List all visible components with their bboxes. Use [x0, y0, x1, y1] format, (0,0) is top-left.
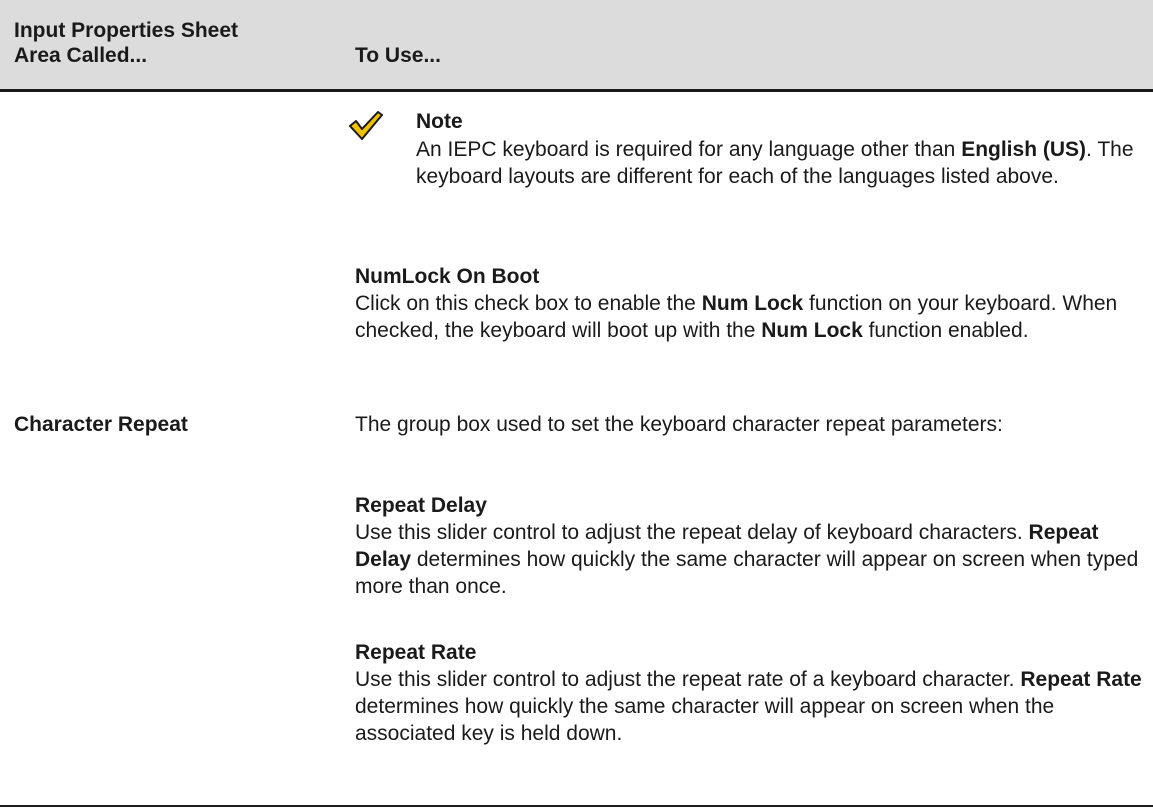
repeat-delay-text-part1: Use this slider control to adjust the re… — [355, 521, 1029, 544]
note-text-part1: An IEPC keyboard is required for any lan… — [416, 138, 956, 161]
repeat-delay-text-part2: determines how quickly the same characte… — [355, 548, 1139, 598]
note-bold-english: English (US) — [961, 138, 1087, 161]
numlock-title: NumLock On Boot — [355, 265, 540, 288]
header-area-line2: Area Called... — [14, 44, 148, 67]
numlock-bold-1: Num Lock — [701, 292, 804, 315]
checkmark-icon — [349, 111, 383, 140]
numlock-text-part3: function enabled. — [862, 319, 1029, 342]
table-header: Input Properties Sheet Area Called... To… — [0, 0, 1153, 90]
character-repeat-description: The group box used to set the keyboard c… — [355, 413, 1003, 436]
repeat-delay-description: Use this slider control to adjust the re… — [355, 519, 1145, 600]
repeat-rate-title: Repeat Rate — [355, 641, 477, 664]
table-bottom-rule — [0, 805, 1153, 807]
repeat-rate-description: Use this slider control to adjust the re… — [355, 666, 1145, 747]
note-text: An IEPC keyboard is required for any lan… — [416, 136, 1136, 190]
header-area-line1: Input Properties Sheet — [14, 19, 239, 42]
repeat-rate-bold: Repeat Rate — [1020, 668, 1142, 691]
repeat-delay-title: Repeat Delay — [355, 494, 487, 517]
repeat-delay-section: Repeat Delay Use this slider control to … — [355, 492, 1145, 600]
header-use-column: To Use... — [355, 44, 441, 67]
repeat-rate-text-part1: Use this slider control to adjust the re… — [355, 668, 1021, 691]
repeat-rate-text-part2: determines how quickly the same characte… — [355, 695, 1055, 745]
numlock-description: Click on this check box to enable the Nu… — [355, 290, 1145, 344]
header-divider — [0, 89, 1153, 92]
note-title: Note — [416, 110, 463, 133]
numlock-text-part1: Click on this check box to enable the — [355, 292, 702, 315]
header-area-column: Input Properties Sheet Area Called... — [14, 18, 238, 68]
numlock-section: NumLock On Boot Click on this check box … — [355, 263, 1145, 344]
numlock-bold-2: Num Lock — [761, 319, 863, 342]
repeat-rate-section: Repeat Rate Use this slider control to a… — [355, 639, 1145, 747]
properties-table: Input Properties Sheet Area Called... To… — [0, 0, 1153, 811]
character-repeat-label: Character Repeat — [14, 413, 188, 436]
